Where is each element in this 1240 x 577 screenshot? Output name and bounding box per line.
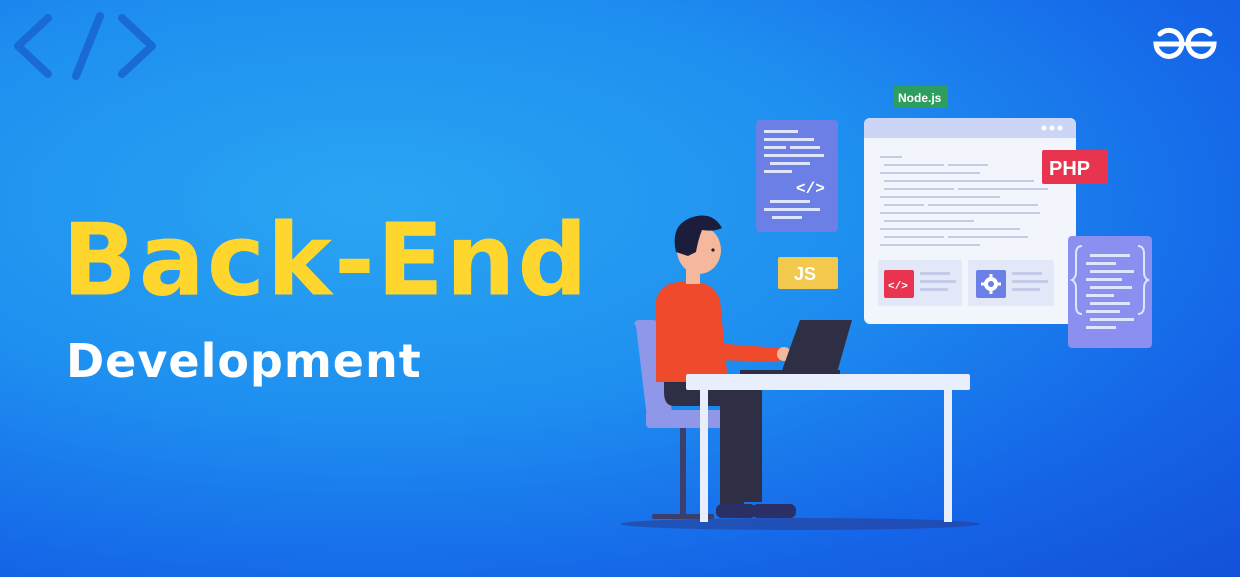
node-badge-label: Node.js: [898, 91, 942, 105]
developer-illustration: </> Node.js </> PHP JS: [620, 86, 1152, 530]
code-card-right: [1068, 236, 1152, 348]
banner: Back-End Development </> Node.js </> PHP…: [0, 0, 1240, 577]
browser-window: </>: [864, 118, 1076, 324]
svg-text:</>: </>: [888, 281, 908, 293]
code-card-left: [756, 120, 838, 232]
developer-figure: [656, 215, 796, 518]
code-symbol: </>: [796, 180, 825, 198]
js-badge-label: JS: [794, 264, 816, 284]
php-badge-label: PHP: [1049, 158, 1090, 180]
